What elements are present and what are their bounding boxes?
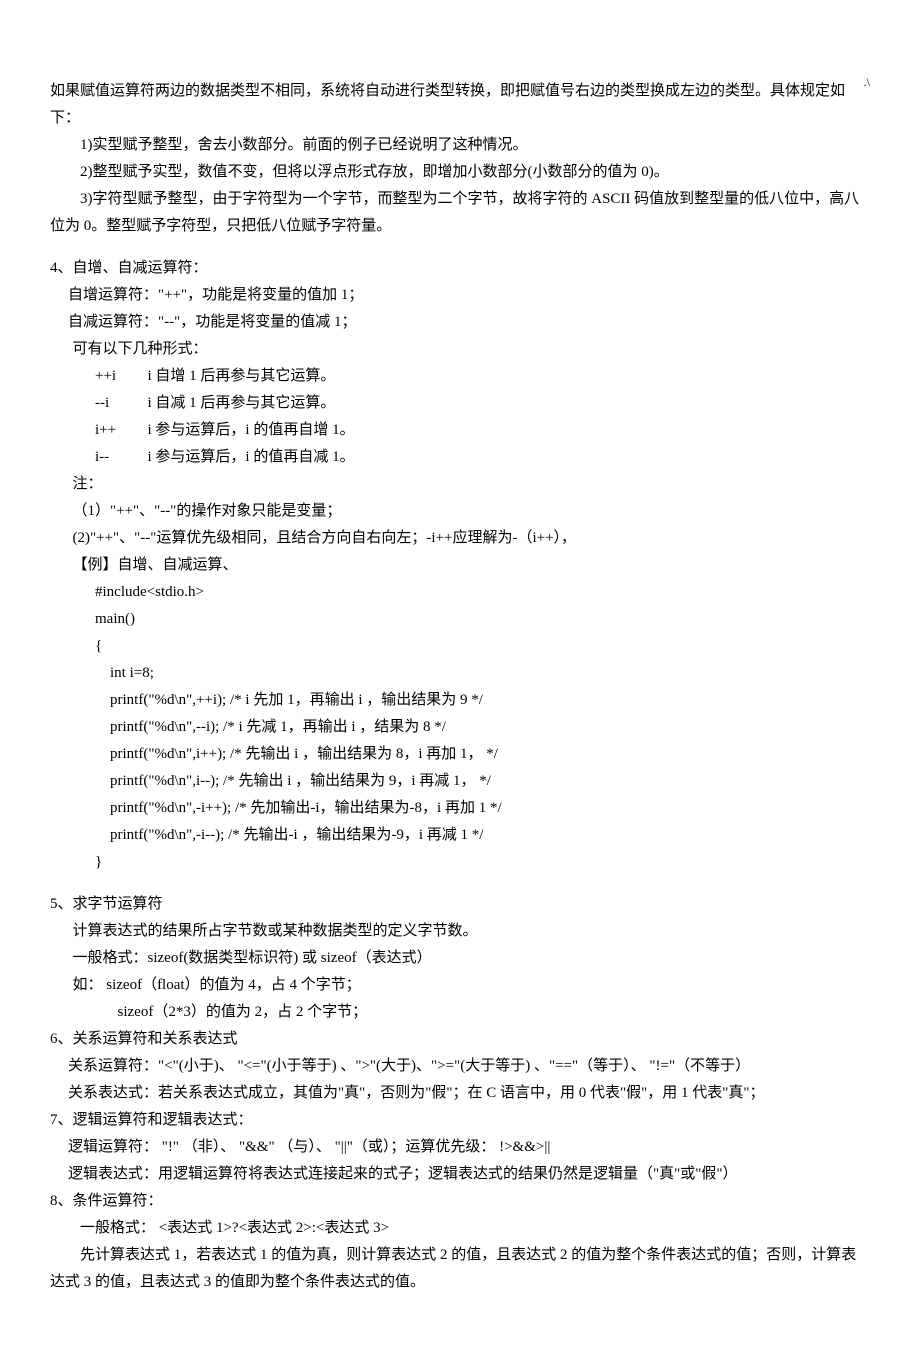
section-6-item-2-text: 关系表达式：若关系表达式成立，其值为"真"，否则为"假"；在 C 语言中，用 0…	[68, 1085, 765, 1101]
form-val-3: i 参与运算后，i 的值再自增 1。	[148, 417, 871, 444]
code-line-10: printf("%d\n",-i--); /* 先输出-i ，输出结果为-9，i…	[50, 822, 870, 849]
section-8-line-1: 一般格式： <表达式 1>?<表达式 2>:<表达式 3>	[50, 1215, 870, 1242]
note-1: （1）"++"、"--"的操作对象只能是变量；	[50, 498, 870, 525]
section-5-title: 5、求字节运算符	[50, 891, 870, 918]
form-key-2: --i	[95, 390, 148, 417]
note-2: (2)"++"、"--"运算优先级相同，且结合方向自右向左；-i++应理解为-（…	[50, 525, 870, 552]
section-7-item-1-text: 逻辑运算符： "!" （非）、 "&&" （与）、 "||"（或）；运算优先级：…	[68, 1139, 550, 1155]
section-7-item-2: 逻辑表达式：用逻辑运算符将表达式连接起来的式子；逻辑表达式的结果仍然是逻辑量（"…	[50, 1161, 870, 1188]
section-5-line-4: sizeof（2*3）的值为 2，占 2 个字节；	[50, 999, 870, 1026]
code-line-6: printf("%d\n",--i); /* i 先减 1，再输出 i ，结果为…	[50, 714, 870, 741]
example-label: 【例】自增、自减运算、	[50, 552, 870, 579]
section-5-line-3: 如： sizeof（float）的值为 4，占 4 个字节；	[50, 972, 870, 999]
code-line-1: #include<stdio.h>	[50, 579, 870, 606]
section-5-line-1: 计算表达式的结果所占字节数或某种数据类型的定义字节数。	[50, 918, 870, 945]
form-row-2: --i i 自减 1 后再参与其它运算。	[50, 390, 870, 417]
form-row-1: ++i i 自增 1 后再参与其它运算。	[50, 363, 870, 390]
form-key-4: i--	[95, 444, 148, 471]
code-line-3: {	[50, 633, 870, 660]
rule-2: 2)整型赋予实型，数值不变，但将以浮点形式存放，即增加小数部分(小数部分的值为 …	[50, 159, 870, 186]
section-6-item-1: 关系运算符："<"(小于)、 "<="(小于等于) 、">"(大于)、">="(…	[50, 1053, 870, 1080]
form-key-3: i++	[95, 417, 148, 444]
page-marker: .\	[864, 72, 870, 94]
code-line-7: printf("%d\n",i++); /* 先输出 i ，输出结果为 8，i …	[50, 741, 870, 768]
section-6-item-1-text: 关系运算符："<"(小于)、 "<="(小于等于) 、">"(大于)、">="(…	[68, 1058, 750, 1074]
form-val-2: i 自减 1 后再参与其它运算。	[148, 390, 871, 417]
form-val-4: i 参与运算后，i 的值再自减 1。	[148, 444, 871, 471]
rule-3: 3)字符型赋予整型，由于字符型为一个字节，而整型为二个字节，故将字符的 ASCI…	[50, 186, 870, 240]
form-key-1: ++i	[95, 363, 148, 390]
rule-1: 1)实型赋予整型，舍去小数部分。前面的例子已经说明了这种情况。	[50, 132, 870, 159]
section-4-item-1-text: 自增运算符："++"，功能是将变量的值加 1；	[68, 287, 363, 303]
forms-label: 可有以下几种形式：	[50, 336, 870, 363]
code-line-4: int i=8;	[50, 660, 870, 687]
section-4-title: 4、自增、自减运算符：	[50, 255, 870, 282]
note-label: 注：	[50, 471, 870, 498]
intro-paragraph: 如果赋值运算符两边的数据类型不相同，系统将自动进行类型转换，即把赋值号右边的类型…	[50, 78, 870, 132]
section-7-title: 7、逻辑运算符和逻辑表达式：	[50, 1107, 870, 1134]
section-4-item-2: 自减运算符："--"，功能是将变量的值减 1；	[50, 309, 870, 336]
form-row-4: i-- i 参与运算后，i 的值再自减 1。	[50, 444, 870, 471]
code-line-5: printf("%d\n",++i); /* i 先加 1，再输出 i ，输出结…	[50, 687, 870, 714]
section-8-line-2: 先计算表达式 1，若表达式 1 的值为真，则计算表达式 2 的值，且表达式 2 …	[50, 1242, 870, 1296]
section-4-item-1: 自增运算符："++"，功能是将变量的值加 1；	[50, 282, 870, 309]
section-5-line-2: 一般格式：sizeof(数据类型标识符) 或 sizeof（表达式）	[50, 945, 870, 972]
form-val-1: i 自增 1 后再参与其它运算。	[148, 363, 871, 390]
code-line-2: main()	[50, 606, 870, 633]
section-7-item-1: 逻辑运算符： "!" （非）、 "&&" （与）、 "||"（或）；运算优先级：…	[50, 1134, 870, 1161]
form-row-3: i++ i 参与运算后，i 的值再自增 1。	[50, 417, 870, 444]
code-line-11: }	[50, 849, 870, 876]
code-line-8: printf("%d\n",i--); /* 先输出 i ，输出结果为 9，i …	[50, 768, 870, 795]
section-6-item-2: 关系表达式：若关系表达式成立，其值为"真"，否则为"假"；在 C 语言中，用 0…	[50, 1080, 870, 1107]
section-6-title: 6、关系运算符和关系表达式	[50, 1026, 870, 1053]
code-line-9: printf("%d\n",-i++); /* 先加输出-i，输出结果为-8，i…	[50, 795, 870, 822]
section-4-item-2-text: 自减运算符："--"，功能是将变量的值减 1；	[68, 314, 357, 330]
section-7-item-2-text: 逻辑表达式：用逻辑运算符将表达式连接起来的式子；逻辑表达式的结果仍然是逻辑量（"…	[68, 1166, 738, 1182]
section-8-title: 8、条件运算符：	[50, 1188, 870, 1215]
